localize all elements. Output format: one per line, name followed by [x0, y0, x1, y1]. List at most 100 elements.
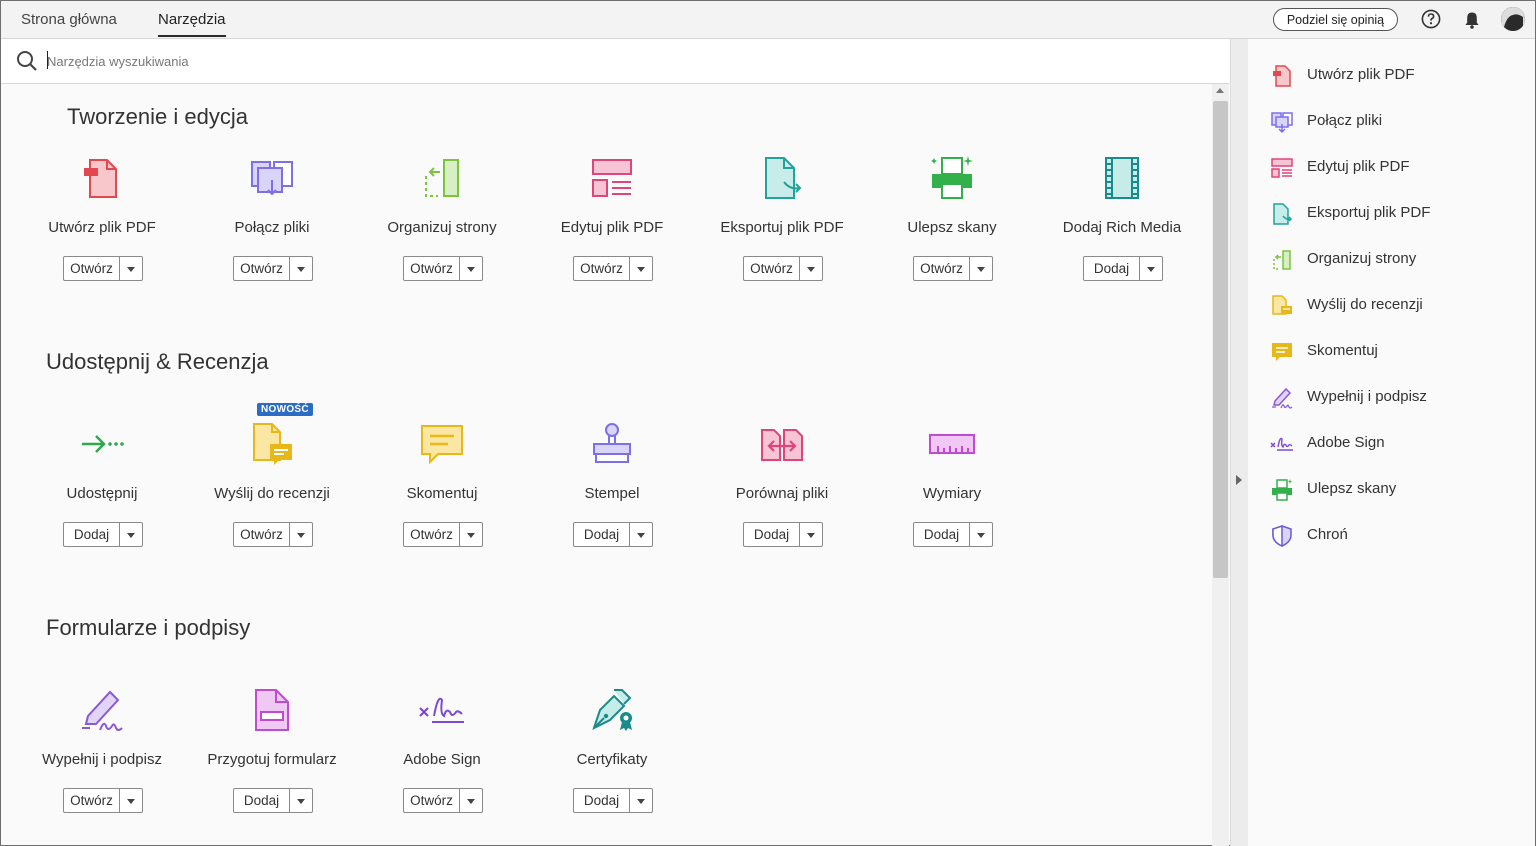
chevron-down-icon[interactable]: [800, 257, 822, 280]
open-button[interactable]: Otwórz: [234, 257, 290, 280]
chevron-down-icon[interactable]: [120, 257, 142, 280]
tool-rich-media[interactable]: Dodaj Rich Media Dodaj: [1037, 154, 1207, 294]
edit-pdf-icon: [592, 159, 632, 197]
tool-combine-files[interactable]: Połącz pliki Otwórz: [187, 154, 357, 294]
tool-stamp[interactable]: Stempel Dodaj: [527, 420, 697, 560]
add-button[interactable]: Dodaj: [1084, 257, 1140, 280]
chevron-down-icon[interactable]: [290, 523, 312, 546]
chevron-down-icon[interactable]: [970, 523, 992, 546]
tool-label: Wymiary: [922, 485, 982, 502]
tool-label: Połącz pliki: [234, 219, 310, 236]
tool-action-button: Dodaj: [233, 788, 313, 813]
add-button[interactable]: Dodaj: [574, 523, 630, 546]
chevron-down-icon[interactable]: [290, 257, 312, 280]
panel-collapse-strip[interactable]: [1230, 39, 1249, 846]
chevron-down-icon[interactable]: [630, 523, 652, 546]
add-button[interactable]: Dodaj: [574, 789, 630, 812]
tab-home[interactable]: Strona główna: [21, 1, 117, 38]
chevron-down-icon[interactable]: [120, 789, 142, 812]
scroll-up-arrow-icon[interactable]: [1216, 88, 1224, 93]
right-item-comment[interactable]: Skomentuj: [1270, 336, 1520, 366]
vertical-scrollbar[interactable]: [1212, 84, 1229, 846]
chevron-down-icon[interactable]: [460, 789, 482, 812]
right-item-label: Edytuj plik PDF: [1307, 158, 1410, 175]
chevron-down-icon[interactable]: [800, 523, 822, 546]
right-item-send-review[interactable]: Wyślij do recenzji: [1270, 290, 1520, 320]
tool-label: Eksportuj plik PDF: [720, 219, 844, 236]
tool-adobe-sign[interactable]: Adobe Sign Otwórz: [357, 686, 527, 826]
tool-create-pdf[interactable]: Utwórz plik PDF Otwórz: [17, 154, 187, 294]
right-item-create-pdf[interactable]: Utwórz plik PDF: [1270, 60, 1520, 90]
chevron-down-icon[interactable]: [1140, 257, 1162, 280]
enhance-scans-icon: [1272, 479, 1293, 501]
tools-search-bar: [1, 39, 1229, 84]
add-button[interactable]: Dodaj: [744, 523, 800, 546]
user-avatar[interactable]: [1501, 7, 1525, 31]
chevron-down-icon[interactable]: [460, 523, 482, 546]
export-pdf-icon: [765, 157, 802, 199]
right-tools-pane: Utwórz plik PDF Połącz pliki Edytuj plik…: [1248, 39, 1535, 846]
tool-export-pdf[interactable]: Eksportuj plik PDF Otwórz: [697, 154, 867, 294]
add-button[interactable]: Dodaj: [234, 789, 290, 812]
app-window: Strona główna Narzędzia Podziel się opin…: [0, 0, 1536, 846]
search-input[interactable]: [47, 50, 947, 72]
open-button[interactable]: Otwórz: [574, 257, 630, 280]
tool-action-button: Otwórz: [63, 256, 143, 281]
tool-share[interactable]: Udostępnij Dodaj: [17, 420, 187, 560]
tool-organize-pages[interactable]: Organizuj strony Otwórz: [357, 154, 527, 294]
right-item-adobe-sign[interactable]: Adobe Sign: [1270, 428, 1520, 458]
tool-label: Dodaj Rich Media: [1062, 219, 1182, 236]
tool-action-button: Otwórz: [913, 256, 993, 281]
tool-fill-sign[interactable]: Wypełnij i podpisz Otwórz: [17, 686, 187, 826]
add-button[interactable]: Dodaj: [64, 523, 120, 546]
chevron-down-icon[interactable]: [120, 523, 142, 546]
open-button[interactable]: Otwórz: [404, 523, 460, 546]
expand-arrow-icon[interactable]: [1236, 475, 1242, 485]
tool-action-button: Otwórz: [63, 788, 143, 813]
chevron-down-icon[interactable]: [630, 789, 652, 812]
tool-edit-pdf[interactable]: Edytuj plik PDF Otwórz: [527, 154, 697, 294]
open-button[interactable]: Otwórz: [744, 257, 800, 280]
share-feedback-button[interactable]: Podziel się opinią: [1273, 8, 1398, 31]
tool-action-button: Otwórz: [233, 256, 313, 281]
tool-measure[interactable]: Wymiary Dodaj: [867, 420, 1037, 560]
chevron-down-icon[interactable]: [290, 789, 312, 812]
right-item-combine-files[interactable]: Połącz pliki: [1270, 106, 1520, 136]
right-item-protect[interactable]: Chroń: [1270, 520, 1520, 550]
chevron-down-icon[interactable]: [460, 257, 482, 280]
tool-comment[interactable]: Skomentuj Otwórz: [357, 420, 527, 560]
tab-tools[interactable]: Narzędzia: [158, 1, 226, 38]
add-button[interactable]: Dodaj: [914, 523, 970, 546]
tool-send-for-review[interactable]: NOWOŚĆ Wyślij do recenzji Otwórz: [187, 403, 357, 560]
chevron-down-icon[interactable]: [630, 257, 652, 280]
right-item-organize-pages[interactable]: Organizuj strony: [1270, 244, 1520, 274]
right-item-export-pdf[interactable]: Eksportuj plik PDF: [1270, 198, 1520, 228]
tool-compare-files[interactable]: Porównaj pliki Dodaj: [697, 420, 867, 560]
notifications-bell-icon[interactable]: [1462, 10, 1482, 30]
right-item-label: Wypełnij i podpisz: [1307, 388, 1427, 405]
export-pdf-icon: [1273, 203, 1293, 225]
open-button[interactable]: Otwórz: [64, 257, 120, 280]
open-button[interactable]: Otwórz: [404, 789, 460, 812]
right-item-enhance-scans[interactable]: Ulepsz skany: [1270, 474, 1520, 504]
open-button[interactable]: Otwórz: [64, 789, 120, 812]
tool-prepare-form[interactable]: Przygotuj formularz Dodaj: [187, 686, 357, 826]
send-review-icon: [1272, 295, 1292, 315]
help-icon[interactable]: [1421, 9, 1441, 29]
right-item-edit-pdf[interactable]: Edytuj plik PDF: [1270, 152, 1520, 182]
tool-action-button: Otwórz: [573, 256, 653, 281]
scrollbar-thumb[interactable]: [1213, 101, 1228, 578]
open-button[interactable]: Otwórz: [404, 257, 460, 280]
tool-action-button: Dodaj: [1083, 256, 1163, 281]
right-item-label: Ulepsz skany: [1307, 480, 1397, 497]
open-button[interactable]: Otwórz: [234, 523, 290, 546]
edit-pdf-icon: [1271, 158, 1293, 178]
right-item-fill-sign[interactable]: Wypełnij i podpisz: [1270, 382, 1520, 412]
tool-certificates[interactable]: Certyfikaty Dodaj: [527, 686, 697, 826]
right-item-label: Organizuj strony: [1307, 250, 1417, 267]
new-badge: NOWOŚĆ: [257, 403, 313, 416]
open-button[interactable]: Otwórz: [914, 257, 970, 280]
adobe-sign-icon: [1270, 437, 1293, 451]
chevron-down-icon[interactable]: [970, 257, 992, 280]
tool-enhance-scans[interactable]: Ulepsz skany Otwórz: [867, 154, 1037, 294]
